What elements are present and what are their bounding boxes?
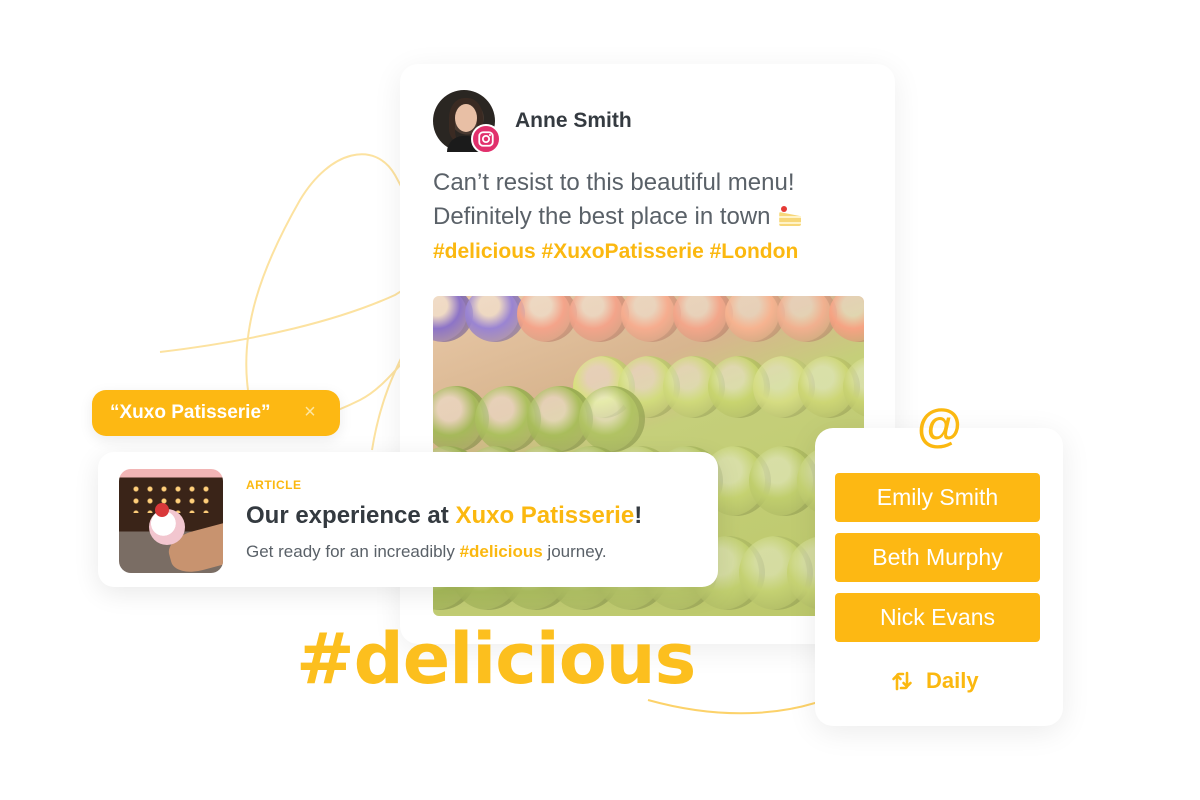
post-text-line-1: Can’t resist to this beautiful menu!: [433, 169, 795, 196]
macaron: [829, 296, 864, 342]
mention-nick-evans[interactable]: Nick Evans: [835, 593, 1040, 642]
schedule-label: Daily: [926, 668, 979, 693]
featured-hashtag: #delicious: [296, 618, 696, 700]
squiggle-loop: [159, 153, 423, 423]
mention-emily-smith[interactable]: Emily Smith: [835, 473, 1040, 522]
chip-label: “Xuxo Patisserie”: [110, 402, 271, 423]
macaron: [777, 296, 837, 342]
article-kicker: ARTICLE: [246, 478, 302, 492]
author-name[interactable]: Anne Smith: [515, 109, 632, 133]
article-description: Get ready for an increadibly #delicious …: [246, 542, 607, 562]
post-text: Can’t resist to this beautiful menu! Def…: [433, 166, 873, 234]
article-desc-suffix: journey.: [542, 542, 607, 561]
article-title-highlight: Xuxo Patisserie: [455, 502, 635, 529]
article-desc-prefix: Get ready for an increadibly: [246, 542, 460, 561]
macaron: [517, 296, 577, 342]
mentions-card: Emily Smith Beth Murphy Nick Evans Daily: [815, 428, 1063, 726]
post-text-line-2: Definitely the best place in town: [433, 200, 873, 234]
mention-list: Emily Smith Beth Murphy Nick Evans: [835, 473, 1040, 653]
author-avatar[interactable]: [433, 90, 501, 154]
post-hashtags[interactable]: #delicious #XuxoPatisserie #London: [433, 240, 798, 264]
article-thumbnail: [119, 469, 223, 573]
macaron: [579, 386, 645, 452]
avatar-face: [455, 104, 477, 132]
macaron: [465, 296, 525, 342]
repeat-icon: [892, 671, 912, 691]
article-title-prefix: Our experience at: [246, 502, 456, 529]
cake-icon: [777, 206, 803, 226]
macaron: [621, 296, 681, 342]
instagram-icon: [471, 124, 501, 154]
close-icon[interactable]: ×: [300, 402, 320, 422]
article-desc-highlight: #delicious: [459, 542, 543, 561]
at-mention-icon: @: [917, 399, 962, 451]
post-author-row: Anne Smith: [433, 90, 632, 154]
macaron: [673, 296, 733, 342]
post-text-line-2-content: Definitely the best place in town: [433, 203, 771, 230]
article-card[interactable]: ARTICLE Our experience at Xuxo Patisseri…: [98, 452, 718, 587]
macaron: [725, 296, 785, 342]
macaron: [569, 296, 629, 342]
article-title[interactable]: Our experience at Xuxo Patisserie!: [246, 502, 642, 530]
search-keyword-chip[interactable]: “Xuxo Patisserie” ×: [92, 390, 340, 436]
mention-beth-murphy[interactable]: Beth Murphy: [835, 533, 1040, 582]
article-title-suffix: !: [634, 502, 643, 529]
thumb-berry: [155, 503, 169, 517]
schedule-frequency[interactable]: Daily: [890, 668, 979, 694]
